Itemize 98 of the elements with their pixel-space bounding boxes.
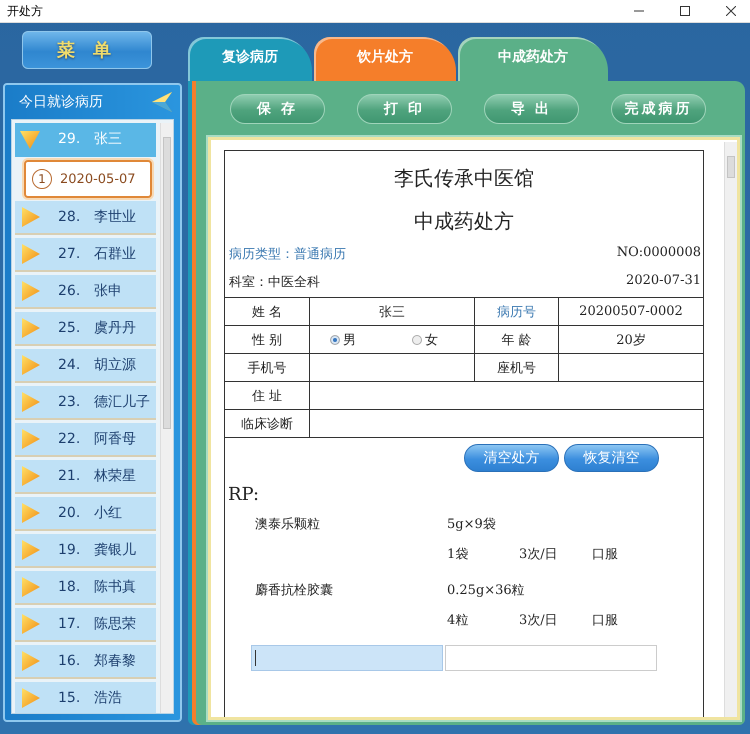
collapsed-triangle-icon — [19, 354, 41, 376]
patient-name: 浩浩 — [94, 689, 122, 707]
record-number: NO:0000008 — [616, 245, 701, 262]
collapsed-triangle-icon — [19, 539, 41, 561]
medicine-name: 澳泰乐颗粒 — [254, 516, 321, 533]
patient-item[interactable]: 23. 德汇儿子 — [15, 386, 156, 420]
patient-name: 龚银儿 — [94, 541, 136, 559]
patient-name: 郑春黎 — [94, 652, 136, 670]
collapsed-triangle-icon — [19, 613, 41, 635]
close-icon[interactable] — [726, 6, 736, 16]
visit-item[interactable]: 1 2020-05-07 — [24, 160, 152, 198]
patient-item[interactable]: 16. 郑春黎 — [15, 645, 156, 679]
patient-name: 陈书真 — [94, 578, 136, 596]
prescription-date: 2020-07-31 — [626, 273, 701, 290]
rp-label: RP: — [227, 484, 260, 505]
collapsed-triangle-icon — [19, 428, 41, 450]
item-number: 29. — [58, 131, 82, 147]
medicine-spec: 0.25g×36粒 — [447, 582, 525, 599]
item-number: 22. — [58, 431, 82, 447]
patient-name: 石群业 — [94, 245, 136, 263]
patient-name: 陈思荣 — [94, 615, 136, 633]
item-number: 20. — [58, 505, 82, 521]
visit-date: 2020-05-07 — [60, 172, 136, 186]
patient-name: 德汇儿子 — [94, 393, 150, 411]
document-title: 中成药处方 — [413, 208, 515, 235]
item-number: 18. — [58, 579, 82, 595]
input-field[interactable] — [310, 354, 474, 382]
item-number: 21. — [58, 468, 82, 484]
field-label: 座机号 — [474, 354, 558, 382]
patient-name: 李世业 — [94, 208, 136, 226]
item-number: 27. — [58, 246, 82, 262]
field-label: 姓 名 — [225, 298, 310, 326]
patient-name: 阿香母 — [94, 430, 136, 448]
collapsed-triangle-icon — [19, 391, 41, 413]
table-cell: 20200507-0002 — [558, 298, 703, 326]
medicine-route: 口服 — [592, 546, 618, 563]
sidebar-title: 今日就诊病历 — [19, 93, 103, 111]
field-label: 住 址 — [225, 382, 310, 410]
medicine-spec: 5g×9袋 — [447, 516, 496, 533]
patient-item[interactable]: 17. 陈思荣 — [15, 608, 156, 642]
maximize-icon[interactable] — [680, 6, 690, 16]
collapsed-triangle-icon — [19, 576, 41, 598]
collapsed-triangle-icon — [19, 650, 41, 672]
item-number: 28. — [58, 209, 82, 225]
patient-item[interactable]: 24. 胡立源 — [15, 349, 156, 383]
patient-item[interactable]: 22. 阿香母 — [15, 423, 156, 457]
item-number: 17. — [58, 616, 82, 632]
collapsed-triangle-icon — [19, 317, 41, 339]
patient-name: 虞丹丹 — [94, 319, 136, 337]
item-number: 24. — [58, 357, 82, 373]
item-number: 15. — [58, 690, 82, 706]
item-number: 23. — [58, 394, 82, 410]
medicine-frequency: 3次/日 — [519, 612, 559, 629]
patient-item[interactable]: 18. 陈书真 — [15, 571, 156, 605]
collapsed-triangle-icon — [19, 502, 41, 524]
patient-name: 小红 — [94, 504, 122, 522]
clinic-name: 李氏传承中医馆 — [393, 165, 535, 192]
scrollbar[interactable] — [160, 123, 173, 713]
window-title: 开处方 — [7, 2, 43, 20]
patient-item[interactable]: 19. 龚银儿 — [15, 534, 156, 568]
patient-item[interactable]: 21. 林荣星 — [15, 460, 156, 494]
patient-name: 林荣星 — [94, 467, 136, 485]
record-type: 病历类型：普通病历 — [229, 246, 346, 263]
medicine-frequency: 3次/日 — [519, 546, 559, 563]
medicine-dose: 1袋 — [447, 546, 470, 563]
field-label: 性 别 — [225, 326, 310, 354]
collapsed-triangle-icon — [19, 243, 41, 265]
patient-item[interactable]: 20. 小红 — [15, 497, 156, 531]
item-number: 26. — [58, 283, 82, 299]
department: 科室：中医全科 — [229, 274, 320, 291]
patient-name: 张三 — [94, 130, 122, 148]
patient-item[interactable]: 15. 浩浩 — [15, 682, 156, 713]
item-number: 19. — [58, 542, 82, 558]
gender-radio[interactable]: 女 — [412, 330, 438, 348]
patient-item[interactable]: 25. 虞丹丹 — [15, 312, 156, 346]
collapsed-triangle-icon — [19, 465, 41, 487]
medicine-route: 口服 — [592, 612, 618, 629]
patient-name: 胡立源 — [94, 356, 136, 374]
patient-item[interactable]: 27. 石群业 — [15, 238, 156, 272]
scrollbar[interactable] — [724, 142, 737, 717]
field-label: 临床诊断 — [225, 410, 310, 438]
table-cell: 张三 — [310, 298, 474, 326]
expanded-triangle-icon — [19, 128, 41, 150]
item-number: 16. — [58, 653, 82, 669]
collapsed-triangle-icon — [19, 206, 41, 228]
patient-name: 张申 — [94, 282, 122, 300]
medicine-name: 麝香抗栓胶囊 — [254, 582, 334, 599]
field-label: 病历号 — [474, 298, 558, 326]
patient-item[interactable]: 26. 张申 — [15, 275, 156, 309]
collapsed-triangle-icon — [19, 280, 41, 302]
visit-index: 1 — [32, 169, 52, 189]
patient-item[interactable]: 28. 李世业 — [15, 201, 156, 235]
item-number: 25. — [58, 320, 82, 336]
field-label: 年 龄 — [474, 326, 558, 354]
collapsed-triangle-icon — [19, 687, 41, 709]
gender-radio[interactable]: 男 — [330, 330, 356, 348]
medicine-dose: 4粒 — [447, 612, 470, 629]
field-label: 手机号 — [225, 354, 310, 382]
